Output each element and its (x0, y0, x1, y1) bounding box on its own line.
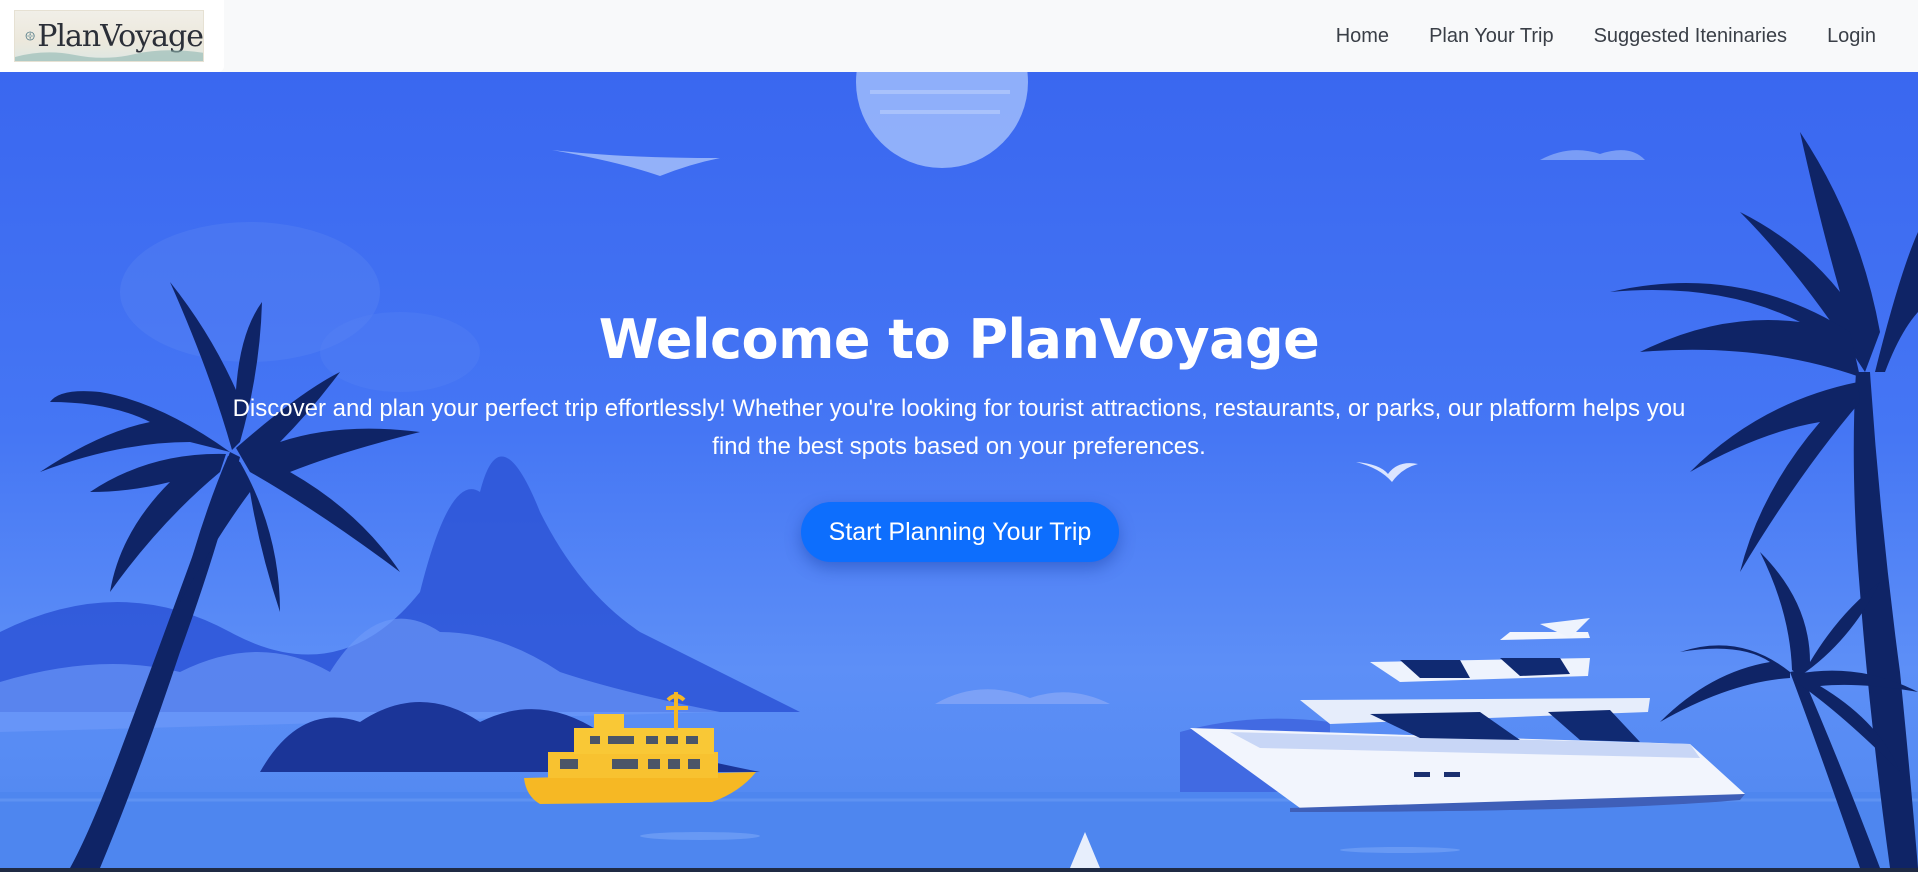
hero-section: Welcome to PlanVoyage Discover and plan … (0, 72, 1918, 868)
nav-links: Home Plan Your Trip Suggested Iteninarie… (1296, 0, 1876, 72)
start-planning-button[interactable]: Start Planning Your Trip (801, 502, 1119, 562)
cloud-wisp (1540, 150, 1645, 160)
hero-illustration (0, 72, 1918, 868)
page-bottom-edge (0, 868, 1918, 872)
logo-wave-decoration (15, 50, 203, 61)
moon-graphic (856, 72, 1028, 168)
hero-title: Welcome to PlanVoyage (598, 308, 1320, 371)
yacht-graphic (1190, 618, 1745, 812)
logo-container: PlanVoyage (0, 0, 224, 72)
brand-logo[interactable]: PlanVoyage (14, 10, 204, 62)
cloud-wisp (552, 150, 720, 176)
nav-suggested-itineraries[interactable]: Suggested Iteninaries (1594, 25, 1787, 48)
nav-home[interactable]: Home (1336, 25, 1389, 48)
nav-plan-your-trip[interactable]: Plan Your Trip (1429, 25, 1554, 48)
navbar: PlanVoyage Home Plan Your Trip Suggested… (0, 0, 1918, 72)
nav-login[interactable]: Login (1827, 25, 1876, 48)
hero-subtitle: Discover and plan your perfect trip effo… (232, 395, 1686, 460)
